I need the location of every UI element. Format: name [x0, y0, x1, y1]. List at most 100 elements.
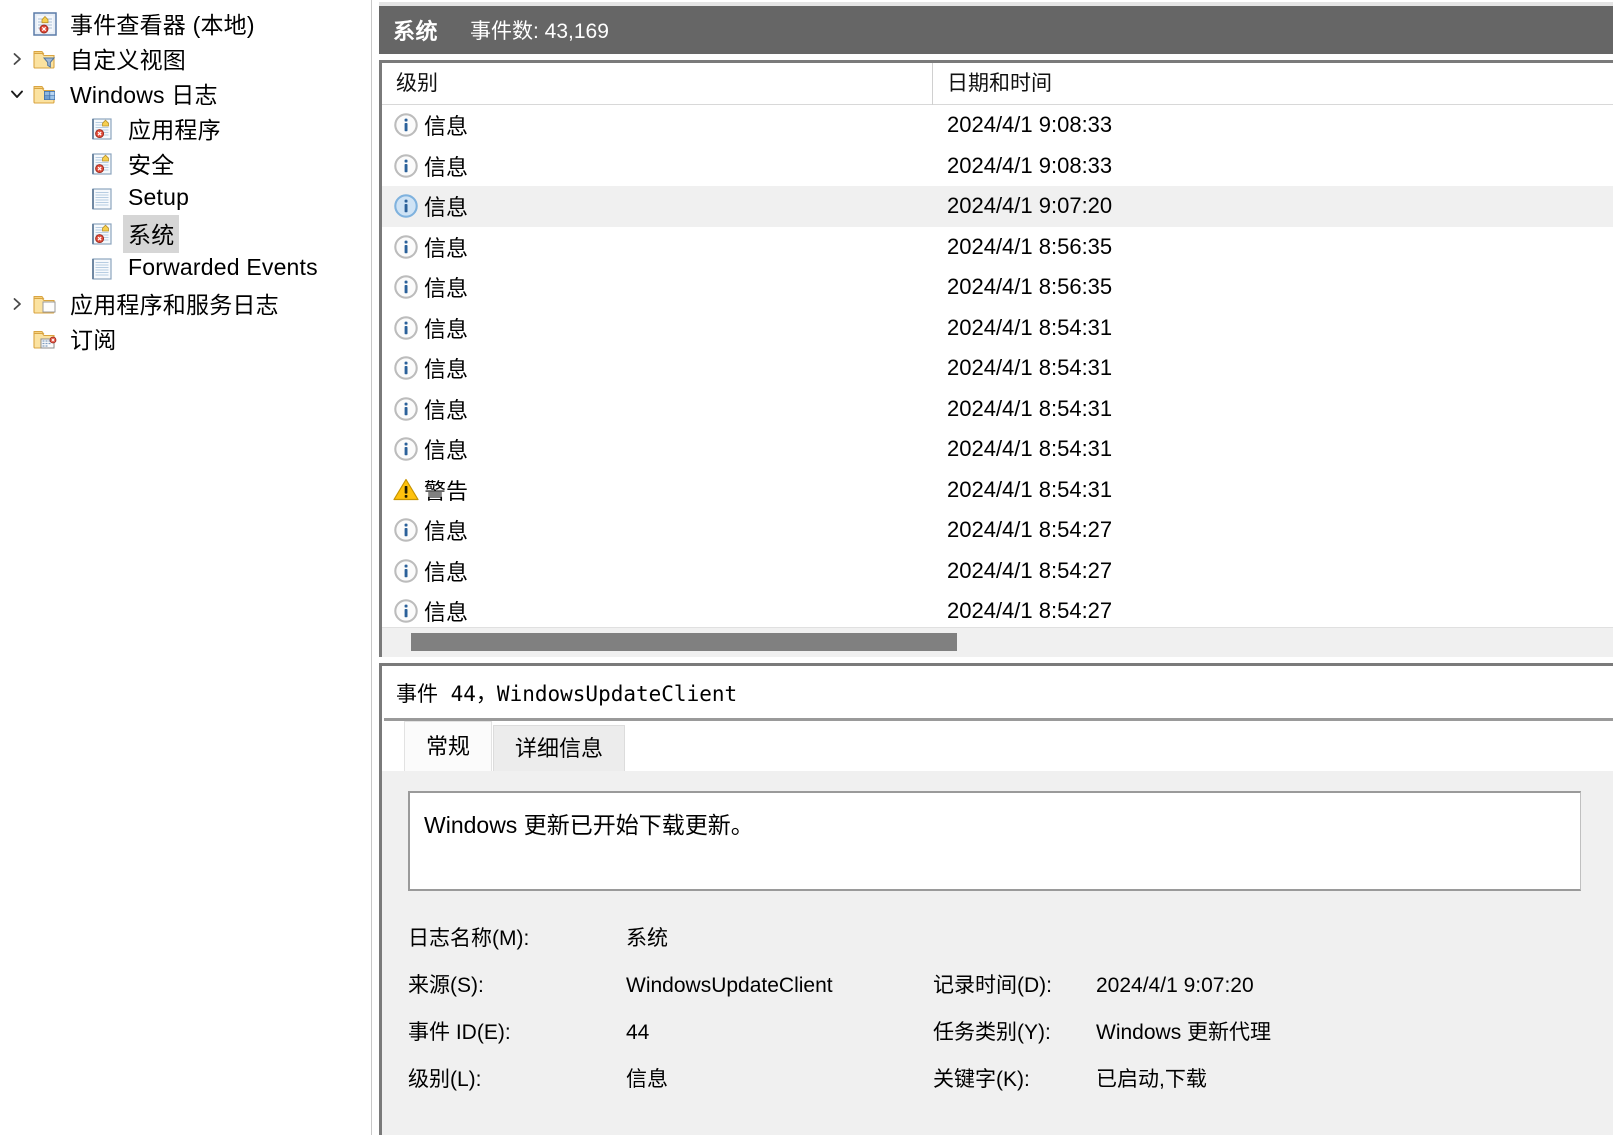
log-icon: [90, 221, 116, 247]
field-label-task-category: 任务类别(Y):: [933, 1021, 1051, 1044]
tree-item-2[interactable]: Windows 日志: [0, 76, 371, 111]
event-viewer-window: 事件查看器 (本地) 自定义视图 Windows 日志 应用程序 安全 Setup 系统 Fo…: [0, 0, 1613, 1135]
information-icon: [392, 435, 420, 463]
event-level-label: 信息: [424, 276, 469, 302]
field-label-spacer-1: [931, 915, 1091, 962]
table-row[interactable]: 信息 2024/4/1 8:54:31: [382, 308, 1613, 349]
event-datetime-cell: 2024/4/1 8:54:31: [947, 355, 1113, 381]
event-detail-panel: 事件 44，WindowsUpdateClient 常规 详细信息 Windows…: [379, 663, 1613, 1135]
detail-tab-body: Windows 更新已开始下载更新。 日志名称(M): 系统 来源(S): Wi…: [382, 771, 1613, 1135]
field-value-spacer-1: [1091, 915, 1587, 962]
event-message-box[interactable]: Windows 更新已开始下载更新。: [408, 791, 1581, 891]
table-row[interactable]: 警告 2024/4/1 8:54:31: [382, 470, 1613, 511]
column-headers: 级别 日期和时间: [382, 63, 1613, 105]
tree-item-3[interactable]: 应用程序: [0, 111, 371, 146]
tree-item-label: 订阅: [70, 326, 117, 353]
tab-1[interactable]: 详细信息: [493, 725, 626, 771]
list-horizontal-scrollbar[interactable]: [382, 627, 1613, 657]
table-row[interactable]: 信息 2024/4/1 8:54:27: [382, 591, 1613, 632]
information-icon: [392, 111, 420, 139]
event-level-label: 信息: [424, 235, 469, 261]
event-datetime-cell: 2024/4/1 8:56:35: [947, 233, 1113, 259]
event-level-cell: 信息: [382, 150, 932, 182]
table-row[interactable]: 信息 2024/4/1 8:54:31: [382, 348, 1613, 389]
event-level-label: 信息: [424, 397, 469, 423]
event-datetime-cell: 2024/4/1 8:54:31: [947, 314, 1113, 340]
event-datetime-cell: 2024/4/1 9:08:33: [947, 112, 1113, 138]
information-icon: [392, 233, 420, 261]
field-label-logged: 记录时间(D):: [933, 974, 1052, 997]
event-level-label: 信息: [424, 438, 469, 464]
sidebar-splitter[interactable]: [371, 0, 379, 1135]
table-row[interactable]: 信息 2024/4/1 8:56:35: [382, 267, 1613, 308]
field-value-logged: 2024/4/1 9:07:20: [1096, 974, 1254, 997]
table-row[interactable]: 信息 2024/4/1 8:54:27: [382, 510, 1613, 551]
log-name-title: 系统: [393, 19, 439, 44]
field-value-log-name: 系统: [626, 927, 668, 950]
table-row[interactable]: 信息 2024/4/1 8:54:27: [382, 551, 1613, 592]
event-datetime-cell: 2024/4/1 8:54:27: [947, 517, 1113, 543]
tab-0[interactable]: 常规: [404, 721, 493, 771]
information-icon: [392, 516, 420, 544]
event-level-cell: 信息: [382, 595, 932, 627]
column-header-level[interactable]: 级别: [382, 63, 932, 105]
tree-item-6[interactable]: 系统: [0, 214, 371, 253]
tree-item-label: Forwarded Events: [128, 254, 318, 280]
tree-item-4[interactable]: 安全: [0, 146, 371, 181]
table-row[interactable]: 信息 2024/4/1 8:54:31: [382, 389, 1613, 430]
event-level-label: 警告: [424, 478, 469, 504]
table-row[interactable]: 信息 2024/4/1 9:07:20: [382, 186, 1613, 227]
event-datetime-cell: 2024/4/1 8:54:31: [947, 436, 1113, 462]
scrollbar-thumb[interactable]: [411, 633, 957, 651]
table-row[interactable]: 信息 2024/4/1 8:56:35: [382, 227, 1613, 268]
tree-item-1[interactable]: 自定义视图: [0, 41, 371, 76]
event-level-cell: 信息: [382, 555, 932, 587]
event-datetime-cell: 2024/4/1 9:08:33: [947, 152, 1113, 178]
tree-item-0[interactable]: 事件查看器 (本地): [0, 6, 371, 41]
table-row[interactable]: 信息 2024/4/1 9:08:33: [382, 105, 1613, 146]
event-level-cell: 信息: [382, 190, 932, 222]
information-icon: [392, 557, 420, 585]
event-level-cell: 信息: [382, 109, 932, 141]
event-detail-title: 事件 44，WindowsUpdateClient: [396, 682, 738, 706]
subscriptions-folder-icon: [32, 326, 58, 352]
table-row[interactable]: 信息 2024/4/1 9:08:33: [382, 146, 1613, 187]
log-icon: [90, 116, 116, 142]
information-icon: [392, 354, 420, 382]
column-header-datetime[interactable]: 日期和时间: [932, 63, 1613, 105]
event-datetime-cell: 2024/4/1 8:56:35: [947, 274, 1113, 300]
field-value-task-category: Windows 更新代理: [1096, 1021, 1272, 1044]
event-datetime-cell: 2024/4/1 8:54:27: [947, 598, 1113, 624]
console-tree-sidebar: 事件查看器 (本地) 自定义视图 Windows 日志应用程序 安全 Setup 系统 Fo…: [0, 0, 371, 1135]
tree-item-label: 自定义视图: [70, 46, 186, 73]
event-message-text: Windows 更新已开始下载更新。: [424, 812, 754, 838]
console-tree: 事件查看器 (本地) 自定义视图 Windows 日志应用程序 安全 Setup 系统 Fo…: [0, 6, 371, 356]
event-level-label: 信息: [424, 114, 469, 140]
event-rows: 信息 2024/4/1 9:08:33 信息 2024/4/1 9:08:33 信息 20…: [382, 105, 1613, 632]
event-level-label: 信息: [424, 519, 469, 545]
tree-item-5[interactable]: Setup: [0, 181, 371, 216]
chevron-right-icon[interactable]: [2, 296, 32, 312]
event-fields-grid: 日志名称(M): 系统 来源(S): WindowsUpdateClient 记…: [408, 915, 1587, 1103]
field-value-source: WindowsUpdateClient: [626, 974, 833, 997]
main-pane: 系统 事件数: 43,169 级别 日期和时间 信息 2024/4/1 9:08:…: [379, 0, 1613, 1135]
field-value-level: 信息: [626, 1068, 668, 1091]
event-level-cell: 信息: [382, 433, 932, 465]
field-label-keywords: 关键字(K):: [933, 1068, 1030, 1091]
table-row[interactable]: 信息 2024/4/1 8:54:31: [382, 429, 1613, 470]
tree-item-9[interactable]: 订阅: [0, 321, 371, 356]
event-datetime-cell: 2024/4/1 8:54:27: [947, 557, 1113, 583]
field-label-log-name: 日志名称(M):: [408, 927, 530, 950]
tree-item-label: Windows 日志: [70, 81, 218, 108]
event-level-label: 信息: [424, 316, 469, 342]
information-icon: [392, 192, 420, 220]
field-value-keywords: 已启动,下载: [1096, 1068, 1207, 1091]
chevron-right-icon[interactable]: [2, 51, 32, 67]
plain-log-icon: [90, 256, 116, 282]
event-list-panel: 级别 日期和时间 信息 2024/4/1 9:08:33 信息 2024/4/1 9:…: [379, 60, 1613, 657]
tree-item-7[interactable]: Forwarded Events: [0, 251, 371, 286]
field-label-event-id: 事件 ID(E):: [408, 1021, 511, 1044]
event-datetime-cell: 2024/4/1 9:07:20: [947, 193, 1113, 219]
tree-item-8[interactable]: 应用程序和服务日志: [0, 286, 371, 321]
chevron-down-icon[interactable]: [2, 86, 32, 102]
